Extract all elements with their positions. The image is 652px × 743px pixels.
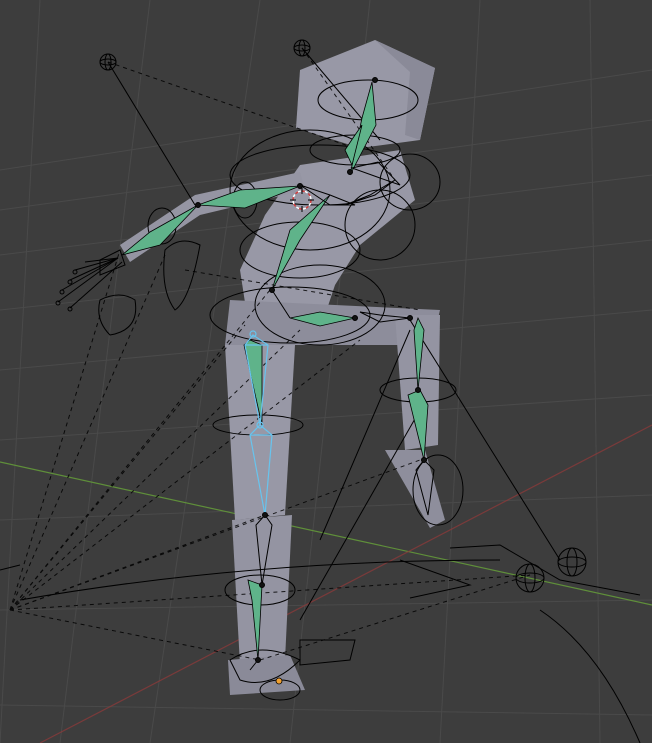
scene-canvas[interactable]: [0, 0, 652, 743]
ik-target-foot-l-2: [557, 547, 587, 577]
bone-forearm-l: [121, 204, 199, 256]
wire-lines: [0, 47, 641, 743]
x-axis-line: [39, 424, 652, 743]
mesh-right-foot: [228, 655, 305, 695]
hand-l[interactable]: [55, 249, 126, 312]
mesh-left-shin: [385, 450, 445, 528]
character-mesh[interactable]: [120, 40, 445, 695]
y-axis-line: [0, 461, 652, 606]
3d-viewport[interactable]: [0, 0, 652, 743]
object-origin[interactable]: [275, 677, 283, 685]
